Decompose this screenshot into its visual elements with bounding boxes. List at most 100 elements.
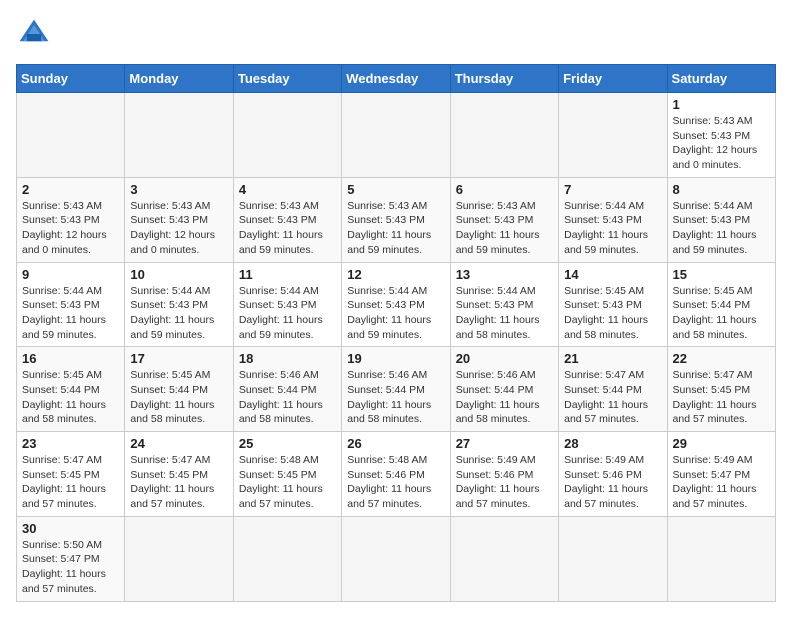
day-number: 10 — [130, 267, 227, 282]
day-info: Sunrise: 5:43 AMSunset: 5:43 PMDaylight:… — [22, 199, 119, 258]
calendar-cell: 7Sunrise: 5:44 AMSunset: 5:43 PMDaylight… — [559, 177, 667, 262]
sunset-label: Sunset: 5:43 PM — [239, 299, 317, 311]
sunrise-label: Sunrise: 5:43 AM — [22, 200, 102, 212]
calendar-cell: 24Sunrise: 5:47 AMSunset: 5:45 PMDayligh… — [125, 432, 233, 517]
day-number: 9 — [22, 267, 119, 282]
day-info: Sunrise: 5:45 AMSunset: 5:44 PMDaylight:… — [22, 368, 119, 427]
day-number: 22 — [673, 351, 770, 366]
daylight-label: Daylight: 11 hours and 57 minutes. — [564, 483, 648, 510]
calendar-cell: 5Sunrise: 5:43 AMSunset: 5:43 PMDaylight… — [342, 177, 450, 262]
calendar-cell: 12Sunrise: 5:44 AMSunset: 5:43 PMDayligh… — [342, 262, 450, 347]
daylight-label: Daylight: 11 hours and 58 minutes. — [239, 399, 323, 426]
sunset-label: Sunset: 5:46 PM — [564, 469, 642, 481]
calendar-cell: 15Sunrise: 5:45 AMSunset: 5:44 PMDayligh… — [667, 262, 775, 347]
sunset-label: Sunset: 5:43 PM — [130, 299, 208, 311]
calendar-cell: 13Sunrise: 5:44 AMSunset: 5:43 PMDayligh… — [450, 262, 558, 347]
sunrise-label: Sunrise: 5:49 AM — [564, 454, 644, 466]
sunrise-label: Sunrise: 5:44 AM — [22, 285, 102, 297]
sunset-label: Sunset: 5:43 PM — [22, 299, 100, 311]
sunset-label: Sunset: 5:44 PM — [239, 384, 317, 396]
calendar-cell: 27Sunrise: 5:49 AMSunset: 5:46 PMDayligh… — [450, 432, 558, 517]
calendar-cell: 19Sunrise: 5:46 AMSunset: 5:44 PMDayligh… — [342, 347, 450, 432]
day-info: Sunrise: 5:49 AM Sunset: 5:46 PM Daylight:… — [564, 453, 661, 512]
logo — [16, 16, 56, 52]
day-number: 29 — [673, 436, 770, 451]
day-info: Sunrise: 5:45 AMSunset: 5:44 PMDaylight:… — [130, 368, 227, 427]
daylight-label: Daylight: 11 hours and 57 minutes. — [673, 399, 757, 426]
sunset-label: Sunset: 5:45 PM — [22, 469, 100, 481]
day-info: Sunrise: 5:47 AMSunset: 5:44 PMDaylight:… — [564, 368, 661, 427]
day-info: Sunrise: 5:45 AMSunset: 5:44 PMDaylight:… — [673, 284, 770, 343]
sunset-label: Sunset: 5:43 PM — [564, 214, 642, 226]
day-number: 4 — [239, 182, 336, 197]
sunrise-label: Sunrise: 5:47 AM — [130, 454, 210, 466]
daylight-label: Daylight: 11 hours and 58 minutes. — [456, 399, 540, 426]
day-number: 12 — [347, 267, 444, 282]
calendar-cell: 1Sunrise: 5:43 AMSunset: 5:43 PMDaylight… — [667, 93, 775, 178]
sunrise-label: Sunrise: 5:44 AM — [130, 285, 210, 297]
sunrise-label: Sunrise: 5:46 AM — [239, 369, 319, 381]
day-info: Sunrise: 5:50 AMSunset: 5:47 PMDaylight:… — [22, 538, 119, 597]
sunset-label: Sunset: 5:44 PM — [564, 384, 642, 396]
sunset-label: Sunset: 5:46 PM — [347, 469, 425, 481]
day-number: 23 — [22, 436, 119, 451]
sunset-label: Sunset: 5:43 PM — [22, 214, 100, 226]
daylight-label: Daylight: 11 hours and 58 minutes. — [347, 399, 431, 426]
day-info: Sunrise: 5:44 AMSunset: 5:43 PMDaylight:… — [456, 284, 553, 343]
daylight-label: Daylight: 11 hours and 58 minutes. — [564, 314, 648, 341]
sunrise-label: Sunrise: 5:46 AM — [456, 369, 536, 381]
daylight-label: Daylight: 12 hours and 0 minutes. — [130, 229, 215, 256]
weekday-header-thursday: Thursday — [450, 65, 558, 93]
calendar-cell — [17, 93, 125, 178]
sunrise-label: Sunrise: 5:49 AM — [456, 454, 536, 466]
day-number: 2 — [22, 182, 119, 197]
daylight-label: Daylight: 11 hours and 58 minutes. — [130, 399, 214, 426]
day-info: Sunrise: 5:49 AMSunset: 5:47 PMDaylight:… — [673, 453, 770, 512]
day-info: Sunrise: 5:44 AMSunset: 5:43 PMDaylight:… — [130, 284, 227, 343]
week-row-0: 1Sunrise: 5:43 AMSunset: 5:43 PMDaylight… — [17, 93, 776, 178]
day-info: Sunrise: 5:44 AMSunset: 5:43 PMDaylight:… — [239, 284, 336, 343]
day-info: Sunrise: 5:43 AMSunset: 5:43 PMDaylight:… — [239, 199, 336, 258]
sunrise-label: Sunrise: 5:46 AM — [347, 369, 427, 381]
sunset-label: Sunset: 5:43 PM — [130, 214, 208, 226]
day-number: 8 — [673, 182, 770, 197]
day-number: 18 — [239, 351, 336, 366]
daylight-label: Daylight: 11 hours and 58 minutes. — [673, 314, 757, 341]
day-info: Sunrise: 5:44 AMSunset: 5:43 PMDaylight:… — [673, 199, 770, 258]
weekday-header-monday: Monday — [125, 65, 233, 93]
daylight-label: Daylight: 11 hours and 58 minutes. — [456, 314, 540, 341]
day-info: Sunrise: 5:43 AMSunset: 5:43 PMDaylight:… — [673, 114, 770, 173]
day-info: Sunrise: 5:46 AM Sunset: 5:44 PM Daylight:… — [456, 368, 553, 427]
day-number: 6 — [456, 182, 553, 197]
calendar-cell: 3Sunrise: 5:43 AMSunset: 5:43 PMDaylight… — [125, 177, 233, 262]
calendar-cell: 17Sunrise: 5:45 AMSunset: 5:44 PMDayligh… — [125, 347, 233, 432]
calendar-cell: 29 Sunrise: 5:49 AMSunset: 5:47 PMDayligh… — [667, 432, 775, 517]
day-number: 20 — [456, 351, 553, 366]
day-info: Sunrise: 5:43 AMSunset: 5:43 PMDaylight:… — [347, 199, 444, 258]
daylight-label: Daylight: 11 hours and 59 minutes. — [347, 229, 431, 256]
sunset-label: Sunset: 5:44 PM — [347, 384, 425, 396]
sunrise-label: Sunrise: 5:50 AM — [22, 539, 102, 551]
weekday-header-saturday: Saturday — [667, 65, 775, 93]
calendar-cell — [450, 93, 558, 178]
daylight-label: Daylight: 11 hours and 57 minutes. — [239, 483, 323, 510]
sunset-label: Sunset: 5:44 PM — [456, 384, 534, 396]
day-number: 26 — [347, 436, 444, 451]
day-number: 27 — [456, 436, 553, 451]
sunrise-label: Sunrise: 5:43 AM — [673, 115, 753, 127]
day-number: 28 — [564, 436, 661, 451]
sunrise-label: Sunrise: 5:44 AM — [456, 285, 536, 297]
sunrise-label: Sunrise: 5:49 AM — [673, 454, 753, 466]
calendar-cell: 11Sunrise: 5:44 AMSunset: 5:43 PMDayligh… — [233, 262, 341, 347]
sunrise-label: Sunrise: 5:43 AM — [130, 200, 210, 212]
day-info: Sunrise: 5:46 AM Sunset: 5:44 PM Daylight:… — [239, 368, 336, 427]
sunset-label: Sunset: 5:45 PM — [239, 469, 317, 481]
calendar-cell — [559, 93, 667, 178]
calendar-cell: 26 Sunrise: 5:48 AMSunset: 5:46 PMDayligh… — [342, 432, 450, 517]
sunrise-label: Sunrise: 5:43 AM — [456, 200, 536, 212]
day-info: Sunrise: 5:48 AMSunset: 5:46 PMDaylight:… — [347, 453, 444, 512]
day-info: Sunrise: 5:44 AMSunset: 5:43 PMDaylight:… — [22, 284, 119, 343]
sunrise-label: Sunrise: 5:47 AM — [22, 454, 102, 466]
sunset-label: Sunset: 5:47 PM — [22, 553, 100, 565]
logo-icon — [16, 16, 52, 52]
